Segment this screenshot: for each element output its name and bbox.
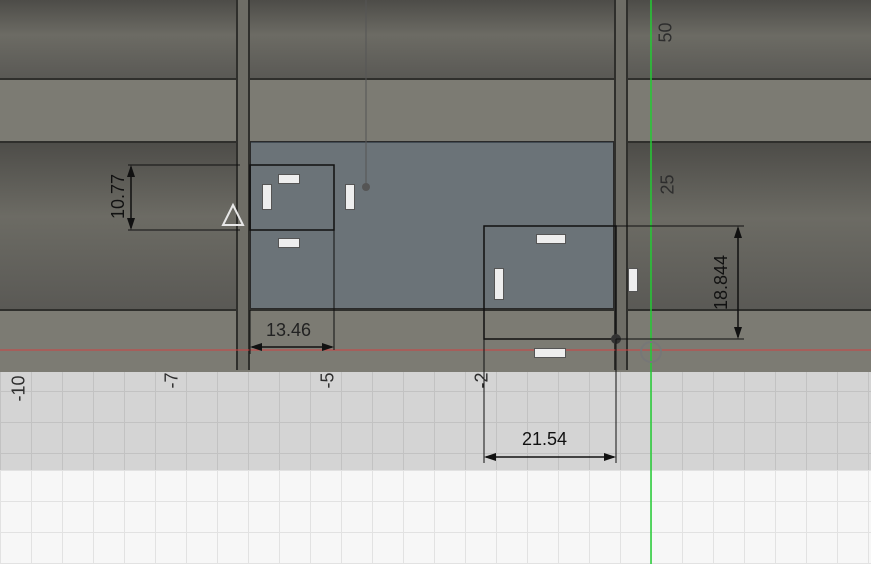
- dimension-label-height-left[interactable]: 10.77: [108, 174, 129, 219]
- sketch-canvas[interactable]: 10.77 13.46 21.54 18.844 50 25 -10 -7 -5…: [0, 0, 871, 564]
- ruler-label-minus-7: -7: [161, 372, 182, 389]
- horizontal-constraint-icon[interactable]: [534, 348, 566, 358]
- ruler-label-minus-2: -2: [471, 372, 492, 389]
- sketch-point[interactable]: [362, 183, 370, 191]
- vertical-constraint-icon[interactable]: [345, 184, 355, 210]
- horizontal-constraint-icon[interactable]: [536, 234, 566, 244]
- ruler-label-minus-5: -5: [317, 372, 338, 389]
- dimension-label-width-bottom[interactable]: 21.54: [522, 429, 567, 450]
- dimension-label-height-right[interactable]: 18.844: [711, 255, 732, 310]
- ruler-label-25: 25: [657, 174, 678, 195]
- vertical-constraint-icon[interactable]: [494, 268, 504, 300]
- horizontal-constraint-icon[interactable]: [278, 174, 300, 184]
- vertical-constraint-icon[interactable]: [628, 268, 638, 292]
- horizontal-constraint-icon[interactable]: [278, 238, 300, 248]
- dimension-label-width-left[interactable]: 13.46: [266, 320, 311, 341]
- vertical-constraint-icon[interactable]: [262, 184, 272, 210]
- sketch-geometry: [0, 0, 871, 564]
- ruler-label-50: 50: [655, 22, 676, 43]
- triangle-warning-icon[interactable]: [221, 202, 245, 226]
- ruler-label-minus-10: -10: [8, 375, 29, 402]
